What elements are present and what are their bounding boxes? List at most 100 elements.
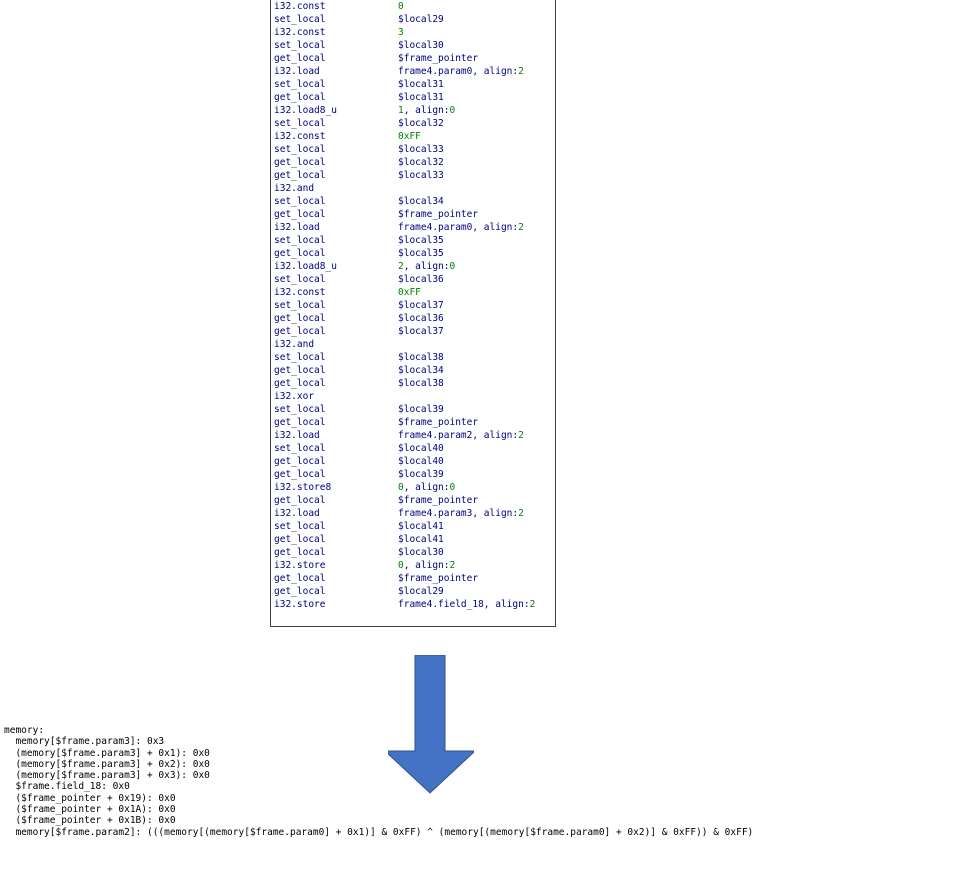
opcode: get_local — [274, 495, 326, 506]
operand: $local36 — [398, 274, 444, 285]
opcode: i32.load — [274, 66, 320, 77]
memory-line: ($frame_pointer + 0x1A): 0x0 — [4, 804, 176, 816]
memory-line: ($frame_pointer + 0x19): 0x0 — [4, 792, 176, 804]
memory-line: memory[$frame.param2]: (((memory[(memory… — [4, 826, 754, 838]
operand: frame4.param0, align:2 — [398, 222, 524, 233]
operand: $local36 — [398, 313, 444, 324]
opcode: i32.store — [274, 599, 326, 610]
operand: $frame_pointer — [398, 417, 479, 428]
opcode: get_local — [274, 534, 326, 545]
operand: $local33 — [398, 170, 444, 181]
disassembly-listing: i32.const 0 set_local $local29 i32.const 3 set… — [270, 0, 556, 627]
opcode: i32.and — [274, 183, 315, 194]
opcode: get_local — [274, 365, 326, 376]
opcode: i32.xor — [274, 391, 315, 402]
operand: $local38 — [398, 352, 444, 363]
operand: frame4.field_18, align:2 — [398, 599, 536, 610]
operand: $frame_pointer — [398, 573, 479, 584]
opcode: set_local — [274, 443, 326, 454]
operand: $local41 — [398, 534, 444, 545]
operand: $local34 — [398, 196, 444, 207]
operand: $frame_pointer — [398, 209, 479, 220]
opcode: get_local — [274, 92, 326, 103]
opcode: set_local — [274, 274, 326, 285]
opcode: set_local — [274, 521, 326, 532]
operand: $local35 — [398, 235, 444, 246]
opcode: i32.load — [274, 430, 320, 441]
memory-dump: memory: memory[$frame.param3]: 0x3 (memo… — [4, 725, 753, 838]
opcode: set_local — [274, 196, 326, 207]
opcode: i32.const — [274, 287, 326, 298]
opcode: get_local — [274, 456, 326, 467]
opcode: set_local — [274, 300, 326, 311]
memory-line: (memory[$frame.param3] + 0x2): 0x0 — [4, 758, 210, 770]
opcode: set_local — [274, 40, 326, 51]
opcode: i32.load — [274, 508, 320, 519]
operand: 2, align:0 — [398, 261, 456, 272]
opcode: get_local — [274, 53, 326, 64]
operand: frame4.param0, align:2 — [398, 66, 524, 77]
opcode: i32.load8_u — [274, 105, 337, 116]
opcode: set_local — [274, 235, 326, 246]
opcode: get_local — [274, 417, 326, 428]
operand: 0xFF — [398, 287, 421, 298]
operand: $local29 — [398, 586, 444, 597]
opcode: get_local — [274, 547, 326, 558]
operand: $local39 — [398, 404, 444, 415]
memory-line: (memory[$frame.param3] + 0x3): 0x0 — [4, 770, 210, 782]
operand: 0xFF — [398, 131, 421, 142]
opcode: i32.load8_u — [274, 261, 337, 272]
operand: $local30 — [398, 40, 444, 51]
opcode: i32.and — [274, 339, 315, 350]
memory-line: ($frame_pointer + 0x1B): 0x0 — [4, 815, 176, 827]
memory-line: memory[$frame.param3]: 0x3 — [4, 736, 165, 748]
operand: $frame_pointer — [398, 495, 479, 506]
opcode: get_local — [274, 157, 326, 168]
operand: $local40 — [398, 443, 444, 454]
opcode: i32.const — [274, 131, 326, 142]
memory-line: (memory[$frame.param3] + 0x1): 0x0 — [4, 747, 210, 759]
opcode: set_local — [274, 79, 326, 90]
memory-line: $frame.field_18: 0x0 — [4, 781, 130, 793]
operand: $local38 — [398, 378, 444, 389]
opcode: get_local — [274, 573, 326, 584]
opcode: get_local — [274, 313, 326, 324]
operand: $local31 — [398, 92, 444, 103]
operand: $local39 — [398, 469, 444, 480]
operand: 0, align:2 — [398, 560, 456, 571]
operand: $local32 — [398, 157, 444, 168]
operand: $frame_pointer — [398, 53, 479, 64]
operand: $local41 — [398, 521, 444, 532]
opcode: set_local — [274, 118, 326, 129]
opcode: get_local — [274, 170, 326, 181]
opcode: set_local — [274, 352, 326, 363]
opcode: set_local — [274, 14, 326, 25]
opcode: set_local — [274, 144, 326, 155]
opcode: get_local — [274, 469, 326, 480]
opcode: get_local — [274, 248, 326, 259]
opcode: i32.store — [274, 560, 326, 571]
operand: frame4.param3, align:2 — [398, 508, 524, 519]
operand: $local32 — [398, 118, 444, 129]
opcode: i32.const — [274, 27, 326, 38]
opcode: get_local — [274, 586, 326, 597]
operand: $local29 — [398, 14, 444, 25]
operand: frame4.param2, align:2 — [398, 430, 524, 441]
opcode: i32.store8 — [274, 482, 332, 493]
operand: $local30 — [398, 547, 444, 558]
opcode: i32.load — [274, 222, 320, 233]
opcode: get_local — [274, 378, 326, 389]
operand: 0, align:0 — [398, 482, 456, 493]
operand: 1, align:0 — [398, 105, 456, 116]
memory-header: memory: — [4, 725, 45, 736]
opcode: i32.const — [274, 1, 326, 12]
operand: $local35 — [398, 248, 444, 259]
operand: $local40 — [398, 456, 444, 467]
opcode: get_local — [274, 209, 326, 220]
operand: 0 — [398, 1, 404, 12]
operand: $local31 — [398, 79, 444, 90]
operand: $local34 — [398, 365, 444, 376]
operand: $local37 — [398, 300, 444, 311]
opcode: set_local — [274, 404, 326, 415]
operand: 3 — [398, 27, 404, 38]
